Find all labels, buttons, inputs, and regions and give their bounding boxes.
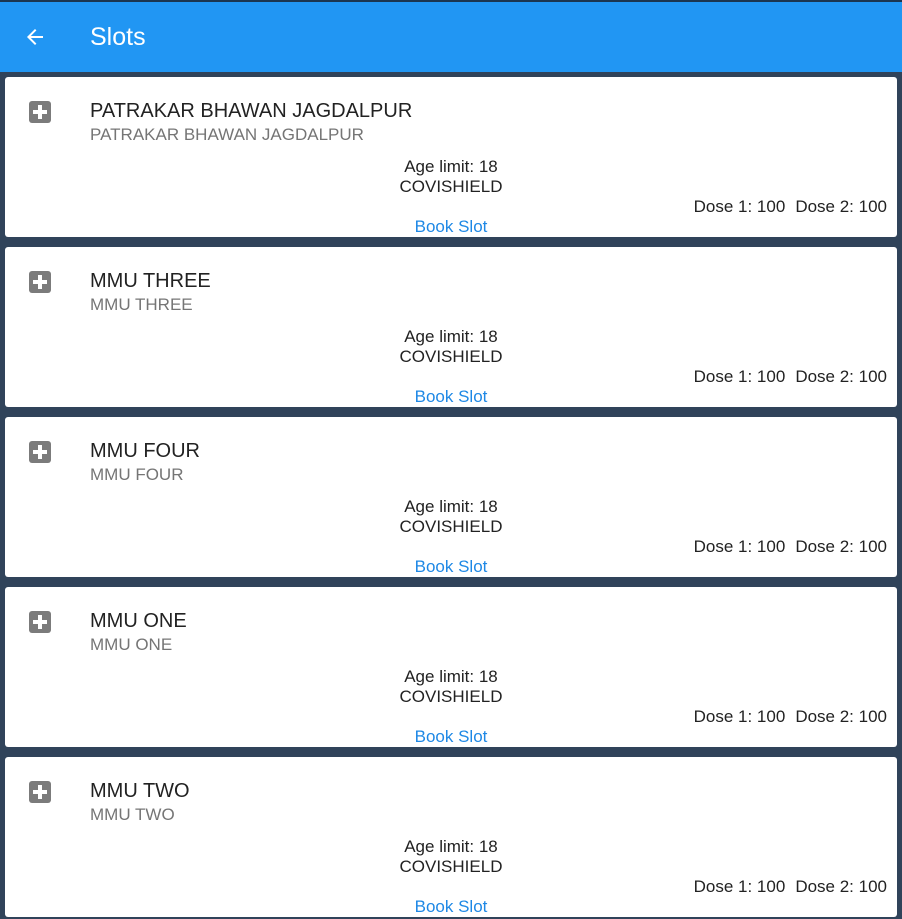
center-address: MMU FOUR — [90, 465, 184, 484]
dose-2-count: Dose 2: 100 — [795, 877, 887, 896]
dose-2-count: Dose 2: 100 — [795, 197, 887, 216]
center-name: MMU THREE — [90, 270, 211, 292]
slot-card: MMU THREE MMU THREE Age limit: 18 COVISH… — [5, 247, 897, 407]
center-name: MMU ONE — [90, 610, 187, 632]
vaccine-name: COVISHIELD — [399, 857, 503, 876]
medical-cross-icon — [29, 101, 51, 123]
age-limit: Age limit: 18 — [404, 497, 498, 516]
medical-cross-icon — [29, 271, 51, 293]
vaccine-name: COVISHIELD — [399, 687, 503, 706]
center-address: MMU THREE — [90, 295, 193, 314]
page-title: Slots — [90, 23, 146, 51]
dose-2-count: Dose 2: 100 — [795, 537, 887, 556]
vaccine-name: COVISHIELD — [399, 177, 503, 196]
medical-cross-icon — [29, 781, 51, 803]
dose-1-count: Dose 1: 100 — [693, 877, 786, 896]
arrow-left-icon — [27, 29, 43, 45]
dose-counts: Dose 1: 100 Dose 2: 100 — [694, 367, 887, 387]
dose-1-count: Dose 1: 100 — [693, 197, 786, 216]
age-limit: Age limit: 18 — [404, 667, 498, 686]
dose-1-count: Dose 1: 100 — [693, 367, 786, 386]
book-slot-button[interactable]: Book Slot — [5, 897, 897, 917]
book-slot-button[interactable]: Book Slot — [5, 217, 897, 237]
dose-2-count: Dose 2: 100 — [795, 707, 887, 726]
back-button[interactable] — [20, 22, 50, 52]
slot-card: MMU ONE MMU ONE Age limit: 18 COVISHIELD… — [5, 587, 897, 747]
age-limit: Age limit: 18 — [404, 327, 498, 346]
dose-counts: Dose 1: 100 Dose 2: 100 — [694, 197, 887, 217]
medical-cross-icon — [29, 611, 51, 633]
center-address: PATRAKAR BHAWAN JAGDALPUR — [90, 125, 364, 144]
book-slot-button[interactable]: Book Slot — [5, 727, 897, 747]
book-slot-button[interactable]: Book Slot — [5, 557, 897, 577]
center-address: MMU ONE — [90, 635, 173, 654]
medical-cross-icon — [29, 441, 51, 463]
app-bar: Slots — [0, 0, 902, 72]
vaccine-name: COVISHIELD — [399, 347, 503, 366]
center-name: MMU FOUR — [90, 440, 200, 462]
dose-counts: Dose 1: 100 Dose 2: 100 — [694, 877, 887, 897]
age-limit: Age limit: 18 — [404, 837, 498, 856]
center-name: MMU TWO — [90, 780, 190, 802]
slot-card: PATRAKAR BHAWAN JAGDALPUR PATRAKAR BHAWA… — [5, 77, 897, 237]
dose-1-count: Dose 1: 100 — [693, 537, 786, 556]
slot-card: MMU FOUR MMU FOUR Age limit: 18 COVISHIE… — [5, 417, 897, 577]
dose-counts: Dose 1: 100 Dose 2: 100 — [694, 707, 887, 727]
book-slot-button[interactable]: Book Slot — [5, 387, 897, 407]
center-name: PATRAKAR BHAWAN JAGDALPUR — [90, 100, 413, 122]
dose-2-count: Dose 2: 100 — [795, 367, 887, 386]
dose-1-count: Dose 1: 100 — [693, 707, 786, 726]
vaccine-name: COVISHIELD — [399, 517, 503, 536]
center-address: MMU TWO — [90, 805, 175, 824]
slot-card: MMU TWO MMU TWO Age limit: 18 COVISHIELD… — [5, 757, 897, 917]
dose-counts: Dose 1: 100 Dose 2: 100 — [694, 537, 887, 557]
age-limit: Age limit: 18 — [404, 157, 498, 176]
